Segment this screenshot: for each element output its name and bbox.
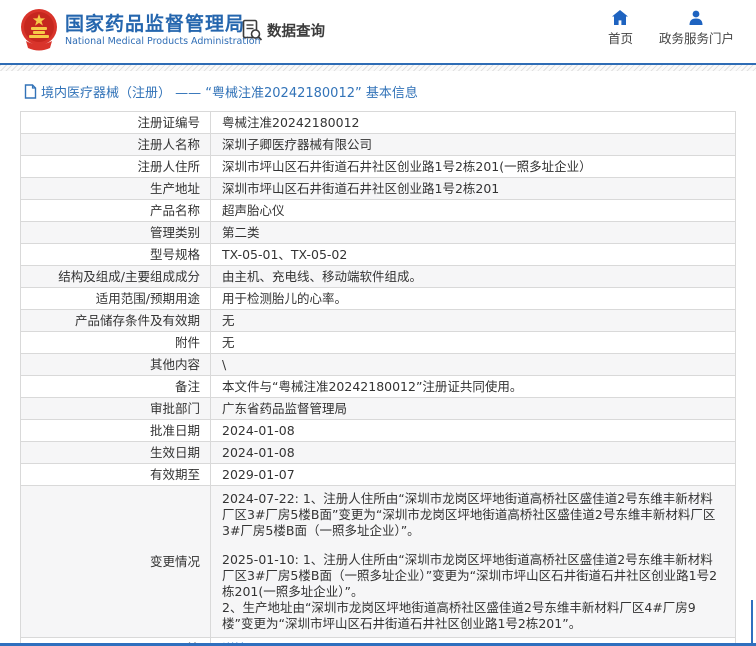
site-subtitle: National Medical Products Administration — [65, 36, 261, 47]
row-value: 由主机、充电线、移动端软件组成。 — [222, 269, 423, 284]
row-value: 超声胎心仪 — [222, 203, 285, 218]
row-value: 2024-01-08 — [222, 445, 295, 460]
table-row: 注册人住所 深圳市坪山区石井街道石井社区创业路1号2栋201(一照多址企业） — [21, 156, 735, 178]
row-value: 2024-01-08 — [222, 423, 295, 438]
table-row: 管理类别 第二类 — [21, 222, 735, 244]
table-row: 附件无 — [21, 332, 735, 354]
row-label: 备注 — [21, 376, 211, 397]
right-edge-accent — [751, 600, 753, 646]
row-label: 适用范围/预期用途 — [21, 288, 211, 309]
change-paragraph: 2024-07-22: 1、注册人住所由“深圳市龙岗区坪地街道高桥社区盛佳道2号… — [222, 491, 716, 538]
doc-search-icon — [242, 19, 263, 41]
table-row: 产品储存条件及有效期无 — [21, 310, 735, 332]
row-value: 深圳子卿医疗器械有限公司 — [222, 137, 373, 152]
data-query-tab[interactable]: 数据查询 — [242, 19, 325, 41]
table-row: 生效日期 2024-01-08 — [21, 442, 735, 464]
change-paragraph: 2、生产地址由“深圳市龙岗区坪地街道高桥社区盛佳道2号东维丰新材料厂区4#厂房9… — [222, 600, 696, 631]
row-label: 结构及组成/主要组成成分 — [21, 266, 211, 287]
row-label: 型号规格 — [21, 244, 211, 265]
data-query-label: 数据查询 — [267, 23, 325, 40]
row-value: 本文件与“粤械注准20242180012”注册证共同使用。 — [222, 379, 523, 394]
table-row: 适用范围/预期用途 用于检测胎儿的心率。 — [21, 288, 735, 310]
row-value: 深圳市坪山区石井街道石井社区创业路1号2栋201(一照多址企业） — [222, 159, 592, 174]
row-value: 2024-07-22: 1、注册人住所由“深圳市龙岗区坪地街道高桥社区盛佳道2号… — [211, 486, 735, 637]
row-label: 其他内容 — [21, 354, 211, 375]
table-row: 生产地址 深圳市坪山区石井街道石井社区创业路1号2栋201 — [21, 178, 735, 200]
change-paragraph: 2025-01-10: 1、注册人住所由“深圳市龙岗区坪地街道高桥社区盛佳道2号… — [222, 552, 718, 599]
table-row: 结构及组成/主要组成成分 由主机、充电线、移动端软件组成。 — [21, 266, 735, 288]
row-label: 注册证编号 — [21, 112, 211, 133]
row-label: 生产地址 — [21, 178, 211, 199]
nmpa-logo[interactable]: 国家药品监督管理局 National Medical Products Admi… — [20, 8, 261, 52]
table-row: 型号规格 TX-05-01、TX-05-02 — [21, 244, 735, 266]
row-value: 用于检测胎儿的心率。 — [222, 291, 348, 306]
table-row: 备注 本文件与“粤械注准20242180012”注册证共同使用。 — [21, 376, 735, 398]
row-value: \ — [222, 357, 227, 372]
row-label: 生效日期 — [21, 442, 211, 463]
page: 国家药品监督管理局 National Medical Products Admi… — [0, 0, 756, 646]
table-row: 注册人名称 深圳子卿医疗器械有限公司 — [21, 134, 735, 156]
row-value: 2029-01-07 — [222, 467, 295, 482]
national-emblem-icon — [21, 9, 57, 51]
row-value: 无 — [222, 335, 235, 350]
breadcrumb-text: 境内医疗器械（注册） —— “粤械注准20242180012” 基本信息 — [41, 86, 418, 101]
table-row: 批准日期 2024-01-08 — [21, 420, 735, 442]
row-label: 产品名称 — [21, 200, 211, 221]
user-icon — [689, 10, 703, 25]
table-row: 变更情况 2024-07-22: 1、注册人住所由“深圳市龙岗区坪地街道高桥社区盛… — [21, 486, 735, 638]
table-row: 有效期至 2029-01-07 — [21, 464, 735, 486]
row-value: 广东省药品监督管理局 — [222, 401, 348, 416]
row-value: TX-05-01、TX-05-02 — [222, 247, 348, 262]
info-table: 注册证编号 粤械注准20242180012 注册人名称 深圳子卿医疗器械有限公司 注册人… — [20, 111, 736, 646]
row-value: 第二类 — [222, 225, 260, 240]
row-label: 变更情况 — [21, 486, 211, 637]
row-label: 产品储存条件及有效期 — [21, 310, 211, 331]
row-label: 注册人名称 — [21, 134, 211, 155]
row-label: 审批部门 — [21, 398, 211, 419]
nav-portal-label: 政务服务门户 — [658, 31, 734, 46]
row-label: 附件 — [21, 332, 211, 353]
table-row: 其他内容 \ — [21, 354, 735, 376]
nav-portal[interactable]: 政务服务门户 — [659, 10, 734, 47]
site-title: 国家药品监督管理局 — [65, 13, 246, 35]
table-row: 产品名称 超声胎心仪 — [21, 200, 735, 222]
brand-text: 国家药品监督管理局 National Medical Products Admi… — [65, 12, 261, 48]
table-row: 注册证编号 粤械注准20242180012 — [21, 112, 735, 134]
home-icon — [612, 10, 629, 25]
row-value: 无 — [222, 313, 235, 328]
row-label: 批准日期 — [21, 420, 211, 441]
nav-home-label: 首页 — [607, 31, 633, 46]
nav-home[interactable]: 首页 — [608, 10, 633, 47]
breadcrumb: 境内医疗器械（注册） —— “粤械注准20242180012” 基本信息 — [20, 71, 736, 111]
row-label: 注册人住所 — [21, 156, 211, 177]
row-label: 管理类别 — [21, 222, 211, 243]
table-row: 审批部门 广东省药品监督管理局 — [21, 398, 735, 420]
row-label: 有效期至 — [21, 464, 211, 485]
document-icon — [24, 84, 37, 99]
top-nav: 首页 政务服务门户 — [608, 10, 734, 47]
row-value: 粤械注准20242180012 — [222, 115, 360, 130]
row-value: 深圳市坪山区石井街道石井社区创业路1号2栋201 — [222, 181, 500, 196]
site-header: 国家药品监督管理局 National Medical Products Admi… — [0, 0, 756, 63]
